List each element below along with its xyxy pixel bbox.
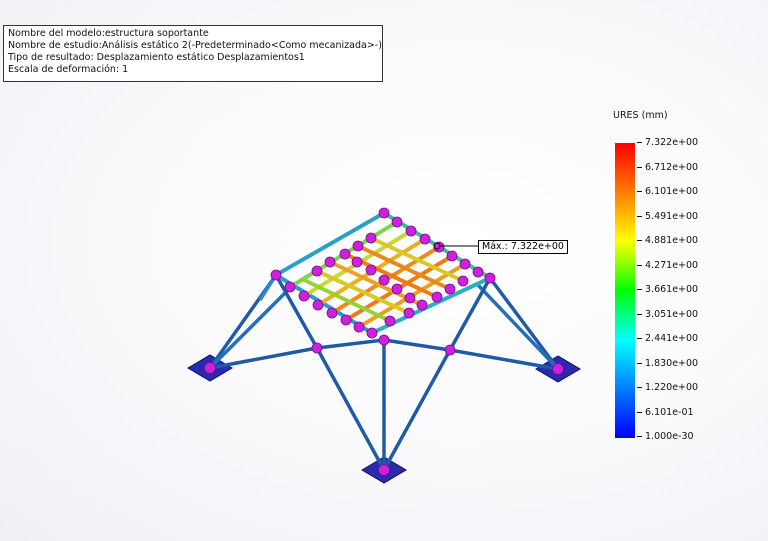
- lower-frame: [208, 273, 560, 471]
- top-deck: [274, 211, 492, 335]
- max-value-label: Máx.: 7.322e+00: [478, 240, 568, 254]
- structure-model-viewport[interactable]: [0, 0, 768, 541]
